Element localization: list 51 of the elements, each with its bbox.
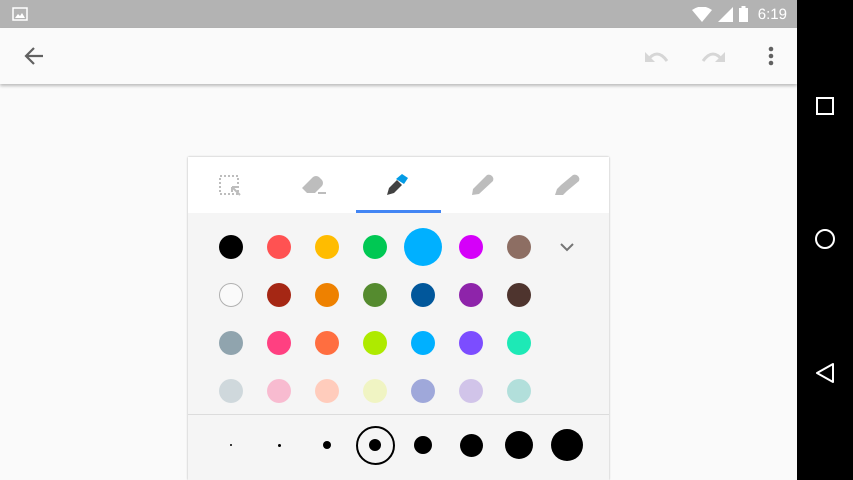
back-nav-button[interactable] xyxy=(815,362,835,384)
color-swatch[interactable] xyxy=(459,331,483,355)
color-swatch[interactable] xyxy=(315,283,339,307)
color-swatch[interactable] xyxy=(315,379,339,403)
color-swatch[interactable] xyxy=(363,283,387,307)
color-swatch[interactable] xyxy=(459,235,483,259)
wifi-icon xyxy=(692,6,712,22)
stroke-size-option[interactable] xyxy=(323,441,331,449)
color-swatch[interactable] xyxy=(219,331,243,355)
recents-button[interactable] xyxy=(815,96,835,116)
stroke-size-option[interactable] xyxy=(356,426,394,464)
home-button[interactable] xyxy=(814,228,836,250)
color-swatch[interactable] xyxy=(219,379,243,403)
color-swatch[interactable] xyxy=(459,379,483,403)
color-swatch[interactable] xyxy=(315,235,339,259)
pencil-icon xyxy=(470,173,496,197)
color-swatch[interactable] xyxy=(267,331,291,355)
color-swatch[interactable] xyxy=(267,235,291,259)
highlighter-icon xyxy=(552,173,581,197)
clock-time: 6:19 xyxy=(758,6,787,22)
signal-icon xyxy=(718,6,733,22)
more-vert-icon xyxy=(768,46,774,66)
eraser-icon xyxy=(300,174,328,196)
stroke-size-option[interactable] xyxy=(460,434,482,456)
stroke-size-option[interactable] xyxy=(414,436,432,454)
image-icon xyxy=(12,7,28,21)
color-swatch[interactable] xyxy=(459,283,483,307)
color-swatch[interactable] xyxy=(411,379,435,403)
color-swatch[interactable] xyxy=(507,379,531,403)
undo-icon xyxy=(644,49,670,63)
color-swatch[interactable] xyxy=(315,331,339,355)
color-swatch[interactable] xyxy=(219,235,243,259)
color-swatch[interactable] xyxy=(507,235,531,259)
color-swatch[interactable] xyxy=(363,379,387,403)
color-swatch[interactable] xyxy=(507,331,531,355)
color-swatch[interactable] xyxy=(267,379,291,403)
stroke-size-option[interactable] xyxy=(551,429,583,461)
color-swatch[interactable] xyxy=(219,283,243,307)
color-swatch[interactable] xyxy=(411,331,435,355)
color-swatch[interactable] xyxy=(411,283,435,307)
color-swatch[interactable] xyxy=(363,235,387,259)
stroke-size-option[interactable] xyxy=(278,444,280,446)
stroke-size-option[interactable] xyxy=(230,444,232,446)
color-swatch[interactable] xyxy=(363,331,387,355)
color-swatch[interactable] xyxy=(404,228,442,266)
expand-button[interactable] xyxy=(560,242,574,252)
color-swatch[interactable] xyxy=(507,283,531,307)
select-icon xyxy=(218,174,242,196)
color-swatch[interactable] xyxy=(267,283,291,307)
stroke-size-option[interactable] xyxy=(505,431,533,459)
battery-icon xyxy=(738,6,748,22)
